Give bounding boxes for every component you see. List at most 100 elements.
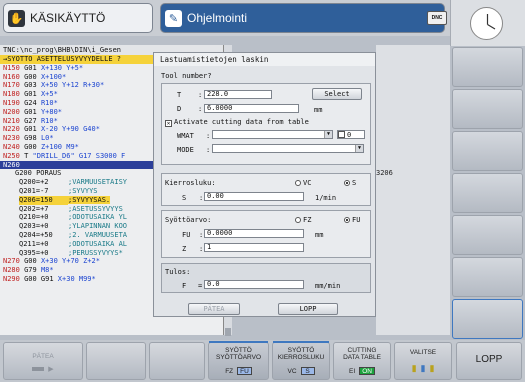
softkey-apply-label: PÄTEA	[32, 353, 54, 360]
vertical-softkey-7[interactable]	[452, 299, 523, 339]
line-command: G24	[19, 98, 41, 107]
softkey-speed-opt-a: VC	[287, 367, 297, 375]
param-comment: ;SYVYYSAS.	[68, 195, 111, 204]
spindle-speed-section: Kierrosluku: VC S S : 0.00 1/min	[161, 173, 371, 206]
softkey-table-opt-a: EI	[349, 367, 356, 375]
feed-unit: mm	[315, 231, 324, 239]
wmat-number-input[interactable]: 0	[337, 130, 365, 139]
edit-icon: ✎	[165, 9, 182, 27]
chevron-down-icon[interactable]: ▼	[324, 131, 332, 138]
line-command: G01	[19, 63, 41, 72]
hand-icon: ✋	[8, 9, 25, 27]
speed-title: Kierrosluku:	[165, 179, 216, 187]
end-button[interactable]: LOPP	[278, 303, 338, 315]
radio-selected-icon[interactable]	[344, 217, 350, 223]
param-comment: ;VARMUUSETAISY	[68, 178, 128, 187]
line-command: G00	[19, 72, 41, 81]
line-number: N290	[3, 274, 20, 283]
radio-selected-icon[interactable]	[344, 180, 350, 186]
radio-icon[interactable]	[295, 180, 301, 186]
vertical-softkey-3[interactable]	[452, 131, 523, 171]
param-comment: ;2. VARMUUSETA	[68, 230, 128, 239]
softkey-empty-2[interactable]	[149, 342, 205, 380]
result-title: Tulos:	[165, 268, 191, 276]
line-number: N260	[3, 160, 20, 169]
programming-mode-tab[interactable]: ✎ Ohjelmointi	[160, 3, 445, 33]
line-args: R10*	[40, 98, 58, 107]
vc-radio[interactable]: VC	[295, 179, 311, 187]
line-args: X+30 M99*	[57, 274, 96, 283]
line-command: G03	[19, 81, 41, 90]
softkey-feed-mode[interactable]: SYÖTTÖ SYÖTTÖARVO FZ FU	[208, 341, 269, 380]
mode-label: MODE	[177, 146, 194, 154]
activate-table-label: Activate cutting data from table	[174, 118, 309, 126]
line-args: X+5*	[40, 90, 58, 99]
spindle-speed-input[interactable]: 0.00	[204, 192, 304, 201]
softkey-apply[interactable]: PÄTEA ▶	[3, 342, 83, 380]
param-comment: ;SYVYYS	[68, 186, 98, 195]
line-args: X+50 Y+12 R+30*	[40, 81, 105, 90]
param-comment: ;ODOTUSAIKA AL	[68, 239, 128, 248]
softkey-table-opt-b: ON	[359, 367, 375, 375]
line-number: N190	[3, 98, 20, 107]
dnc-icon[interactable]: DNC	[427, 11, 447, 25]
vertical-softkey-4[interactable]	[452, 173, 523, 213]
vertical-softkey-5[interactable]	[452, 215, 523, 255]
vertical-softkey-2[interactable]	[452, 89, 523, 129]
line-number: N230	[3, 134, 20, 143]
softkey-select[interactable]: VALITSE ▮ ▮ ▮	[394, 342, 452, 380]
checkbox-icon[interactable]: ✕	[165, 120, 172, 127]
tool-number-input[interactable]: 228.0	[204, 90, 272, 99]
s-radio[interactable]: S	[344, 179, 356, 187]
wmat-checkbox-icon[interactable]	[338, 131, 345, 138]
line-command: G27	[19, 116, 41, 125]
line-number: N160	[3, 72, 20, 81]
machine-mode-tab[interactable]: ✋ KÄSIKÄYTTÖ	[3, 3, 153, 33]
line-number: N180	[3, 90, 20, 99]
softkey-table-line1: CUTTING	[347, 347, 377, 354]
softkey-empty-1[interactable]	[86, 342, 146, 380]
softkey-cutting-table[interactable]: CUTTING DATA TABLE EI ON	[333, 342, 391, 380]
softkey-speed-line1: SYÖTTÖ	[287, 347, 315, 354]
softkey-table-line2: DATA TABLE	[343, 354, 381, 361]
param-comment: ;ODOTUSAIKA YL	[68, 213, 128, 222]
vertical-softkey-6[interactable]	[452, 257, 523, 297]
teeth-count-input[interactable]: 1	[204, 243, 304, 252]
programming-mode-label: Ohjelmointi	[187, 11, 248, 25]
radio-icon[interactable]	[295, 217, 301, 223]
file-select-icon: ▮ ▮ ▮	[411, 363, 435, 373]
feed-per-rev-input[interactable]: 0.0000	[204, 229, 304, 238]
param-value: Q204=+50	[19, 230, 53, 239]
softkey-speed-mode[interactable]: SYÖTTÖ KIERROSLUKU VC S	[272, 341, 330, 380]
select-tool-button[interactable]: Select	[312, 88, 362, 100]
program-overflow-value: 3206	[376, 169, 393, 177]
line-args: X+30 Y+70 Z+2*	[40, 257, 100, 266]
line-number: N240	[3, 142, 20, 151]
chevron-down-icon[interactable]: ▼	[355, 145, 363, 152]
vertical-softkey-1[interactable]	[452, 47, 523, 87]
s-label: S	[182, 194, 187, 202]
fu-radio[interactable]: FU	[344, 216, 360, 224]
fu-label: FU	[182, 231, 191, 239]
param-value: Q201=-7	[19, 186, 49, 195]
softkey-feed-opt-b: FU	[237, 367, 252, 375]
line-command: G00	[19, 257, 41, 266]
result-unit: mm/min	[315, 282, 341, 290]
param-value: Q210=+0	[19, 213, 49, 222]
horizontal-softkey-bar: PÄTEA ▶ SYÖTTÖ SYÖTTÖARVO FZ FU SYÖTTÖ KIER…	[0, 340, 525, 382]
f-label: F	[182, 282, 187, 290]
apply-button[interactable]: PÄTEA	[188, 303, 240, 315]
mode-select[interactable]: ▼	[212, 144, 364, 153]
line-args: Z+100 M9*	[40, 142, 79, 151]
softkey-end[interactable]: LOPP	[456, 342, 522, 380]
wmat-select[interactable]: ▼	[212, 130, 333, 139]
param-comment: ;PERUSSYVYYS*	[68, 248, 123, 257]
result-section: Tulos: F = 0.0 mm/min	[161, 263, 371, 293]
param-value: Q395=+0	[19, 248, 49, 257]
fz-radio[interactable]: FZ	[295, 216, 311, 224]
scrollbar-thumb[interactable]	[225, 328, 231, 336]
diameter-input[interactable]: 6.0000	[204, 104, 299, 113]
line-number: N250	[3, 151, 20, 160]
activate-table-checkbox[interactable]: ✕ Activate cutting data from table	[165, 118, 309, 127]
line-args: X+100*	[40, 72, 67, 81]
